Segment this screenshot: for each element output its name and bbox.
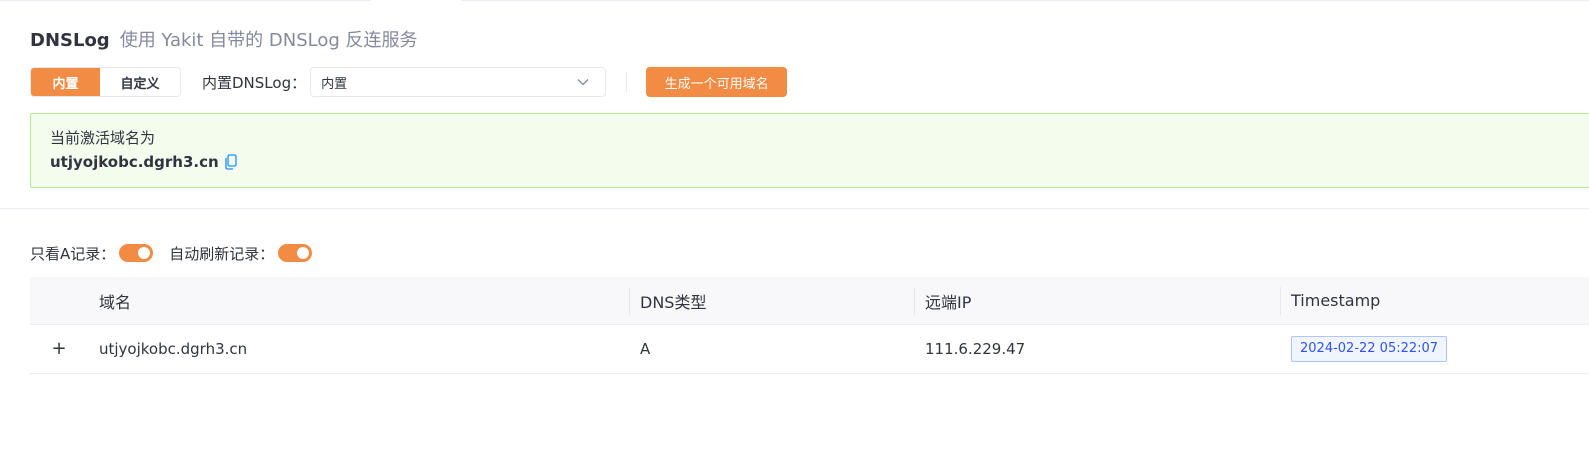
dnslog-select-label: 内置DNSLog： [202,73,307,92]
top-divider-gap [370,0,462,1]
active-domain-alert: 当前激活域名为 utjyojkobc.dgrh3.cn [30,113,1589,188]
dnslog-select[interactable]: 内置 [310,67,607,97]
row-timestamp-cell: 2024-02-22 05:22:07 [1280,336,1589,362]
row-dns-type: A [640,340,651,358]
dnslog-select-value: 内置 [321,76,348,92]
page-title: DNSLog [30,30,110,51]
row-expand-cell: + [30,340,88,358]
dns-records-table: 域名 DNS类型 远端IP Timestamp + utjyojkobc.dgr… [30,277,1589,374]
mode-custom-button[interactable]: 自定义 [100,68,180,96]
mode-segmented-control: 内置 自定义 [30,67,181,97]
filter-toggles: 只看A记录： 自动刷新记录： [30,241,313,265]
expand-row-button[interactable]: + [51,340,66,358]
header-expand-cell [30,277,88,325]
page-header: DNSLog 使用 Yakit 自带的 DNSLog 反连服务 [30,26,418,51]
table-row[interactable]: + utjyojkobc.dgrh3.cn A 111.6.229.47 202… [30,325,1589,374]
header-remote-ip: 远端IP [914,277,1280,325]
header-timestamp-label: Timestamp [1291,291,1381,310]
active-domain-text: utjyojkobc.dgrh3.cn [50,153,219,171]
header-domain: 域名 [88,277,629,325]
switch-knob [138,247,151,259]
header-dns-type: DNS类型 [629,277,914,325]
copy-icon[interactable] [224,154,240,170]
alert-title: 当前激活域名为 [50,129,156,147]
generate-domain-button[interactable]: 生成一个可用域名 [646,67,788,97]
header-separator [629,286,630,315]
switch-knob [297,247,310,259]
mode-builtin-button[interactable]: 内置 [31,68,100,96]
controls-bar: 内置 自定义 内置DNSLog： 内置 生成一个可用域名 [30,67,788,97]
auto-refresh-switch[interactable] [278,244,313,262]
timestamp-tag: 2024-02-22 05:22:07 [1291,336,1448,362]
toolbar-divider [626,72,628,92]
only-a-records-label: 只看A记录： [30,244,116,263]
header-timestamp: Timestamp [1280,277,1589,325]
header-separator [914,286,915,315]
header-domain-label: 域名 [99,292,132,312]
page-subtitle: 使用 Yakit 自带的 DNSLog 反连服务 [119,30,418,51]
table-header: 域名 DNS类型 远端IP Timestamp [30,277,1589,325]
header-separator [1280,286,1281,315]
top-divider [0,0,1589,1]
chevron-down-icon [575,74,591,90]
row-domain: utjyojkobc.dgrh3.cn [99,340,248,358]
section-divider [0,208,1589,209]
row-remote-ip: 111.6.229.47 [925,340,1026,358]
header-dns-type-label: DNS类型 [640,292,707,312]
auto-refresh-label: 自动刷新记录： [169,244,275,263]
alert-domain-row: utjyojkobc.dgrh3.cn [50,150,1589,174]
only-a-records-switch[interactable] [119,244,154,262]
header-remote-ip-label: 远端IP [925,292,972,312]
